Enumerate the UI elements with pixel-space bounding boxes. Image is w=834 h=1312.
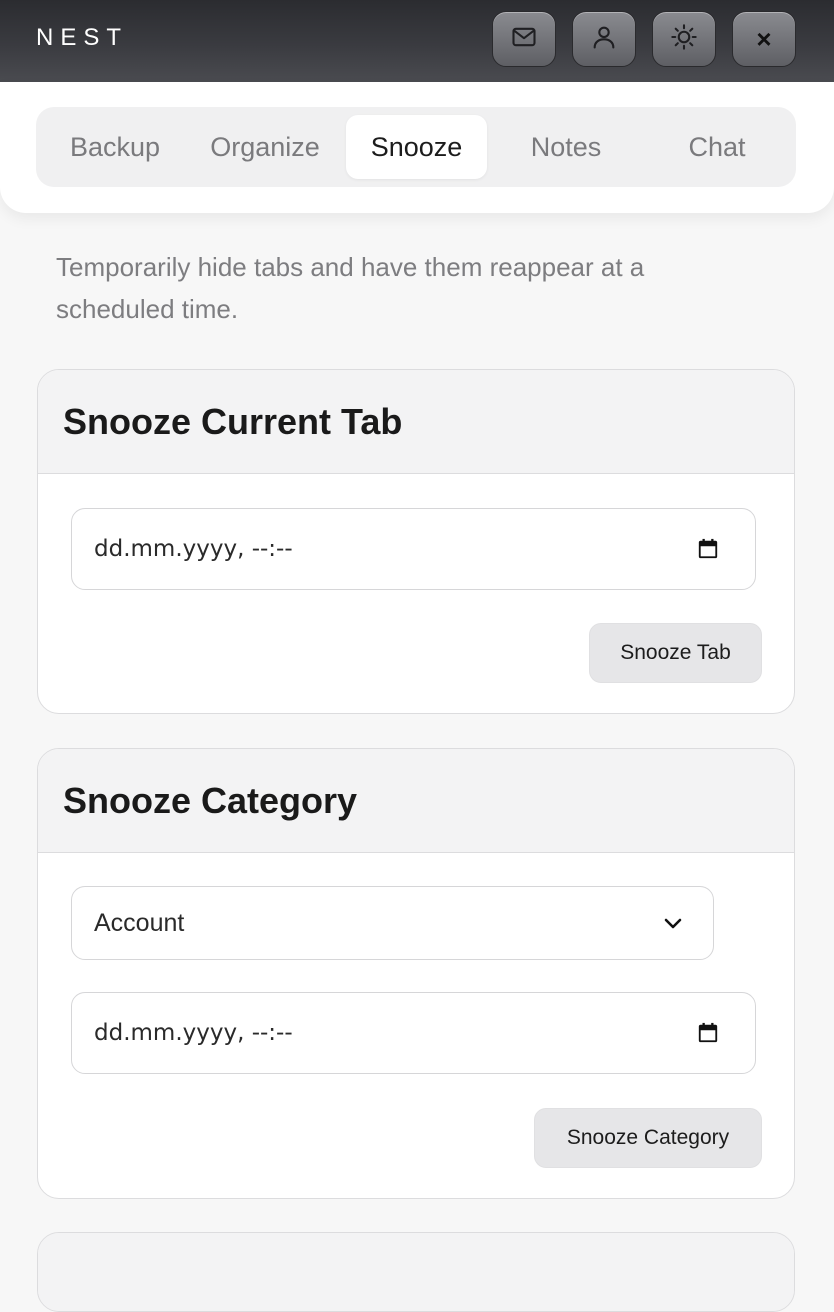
close-icon: × <box>756 23 772 54</box>
app-brand: NEST <box>36 24 129 51</box>
snooze-category-datetime-input[interactable]: dd.mm.yyyy, --:-- <box>71 992 756 1074</box>
tab-organize[interactable]: Organize <box>194 115 336 179</box>
tab-backup[interactable]: Backup <box>44 115 186 179</box>
datetime-placeholder: dd.mm.yyyy, --:-- <box>94 536 293 562</box>
snooze-category-card: Snooze Category Account dd.mm.yyyy, --:-… <box>37 748 795 1199</box>
card-title: Snooze Current Tab <box>38 370 794 474</box>
datetime-placeholder: dd.mm.yyyy, --:-- <box>94 1020 293 1046</box>
selected-category: Account <box>94 908 185 937</box>
title-bar: NEST × <box>0 0 834 82</box>
user-icon <box>590 23 618 56</box>
snooze-category-button[interactable]: Snooze Category <box>534 1108 762 1168</box>
tab-panel: Backup Organize Snooze Notes Chat <box>0 82 834 213</box>
card-title: Snooze Category <box>38 749 794 853</box>
tab-notes[interactable]: Notes <box>496 115 636 179</box>
snooze-tab-datetime-input[interactable]: dd.mm.yyyy, --:-- <box>71 508 756 590</box>
category-select[interactable]: Account <box>71 886 714 960</box>
snooze-tab-button[interactable]: Snooze Tab <box>589 623 762 683</box>
snooze-tab-card: Snooze Current Tab dd.mm.yyyy, --:-- Sno… <box>37 369 795 714</box>
tab-chat[interactable]: Chat <box>646 115 788 179</box>
sun-icon <box>670 23 698 56</box>
tab-bar: Backup Organize Snooze Notes Chat <box>36 107 796 187</box>
profile-button[interactable] <box>572 11 636 67</box>
theme-toggle-button[interactable] <box>652 11 716 67</box>
mail-button[interactable] <box>492 11 556 67</box>
tab-snooze[interactable]: Snooze <box>346 115 487 179</box>
card-header <box>38 1233 794 1311</box>
next-card <box>37 1232 795 1312</box>
mail-icon <box>510 23 538 56</box>
close-button[interactable]: × <box>732 11 796 67</box>
page-description: Temporarily hide tabs and have them reap… <box>56 252 645 324</box>
